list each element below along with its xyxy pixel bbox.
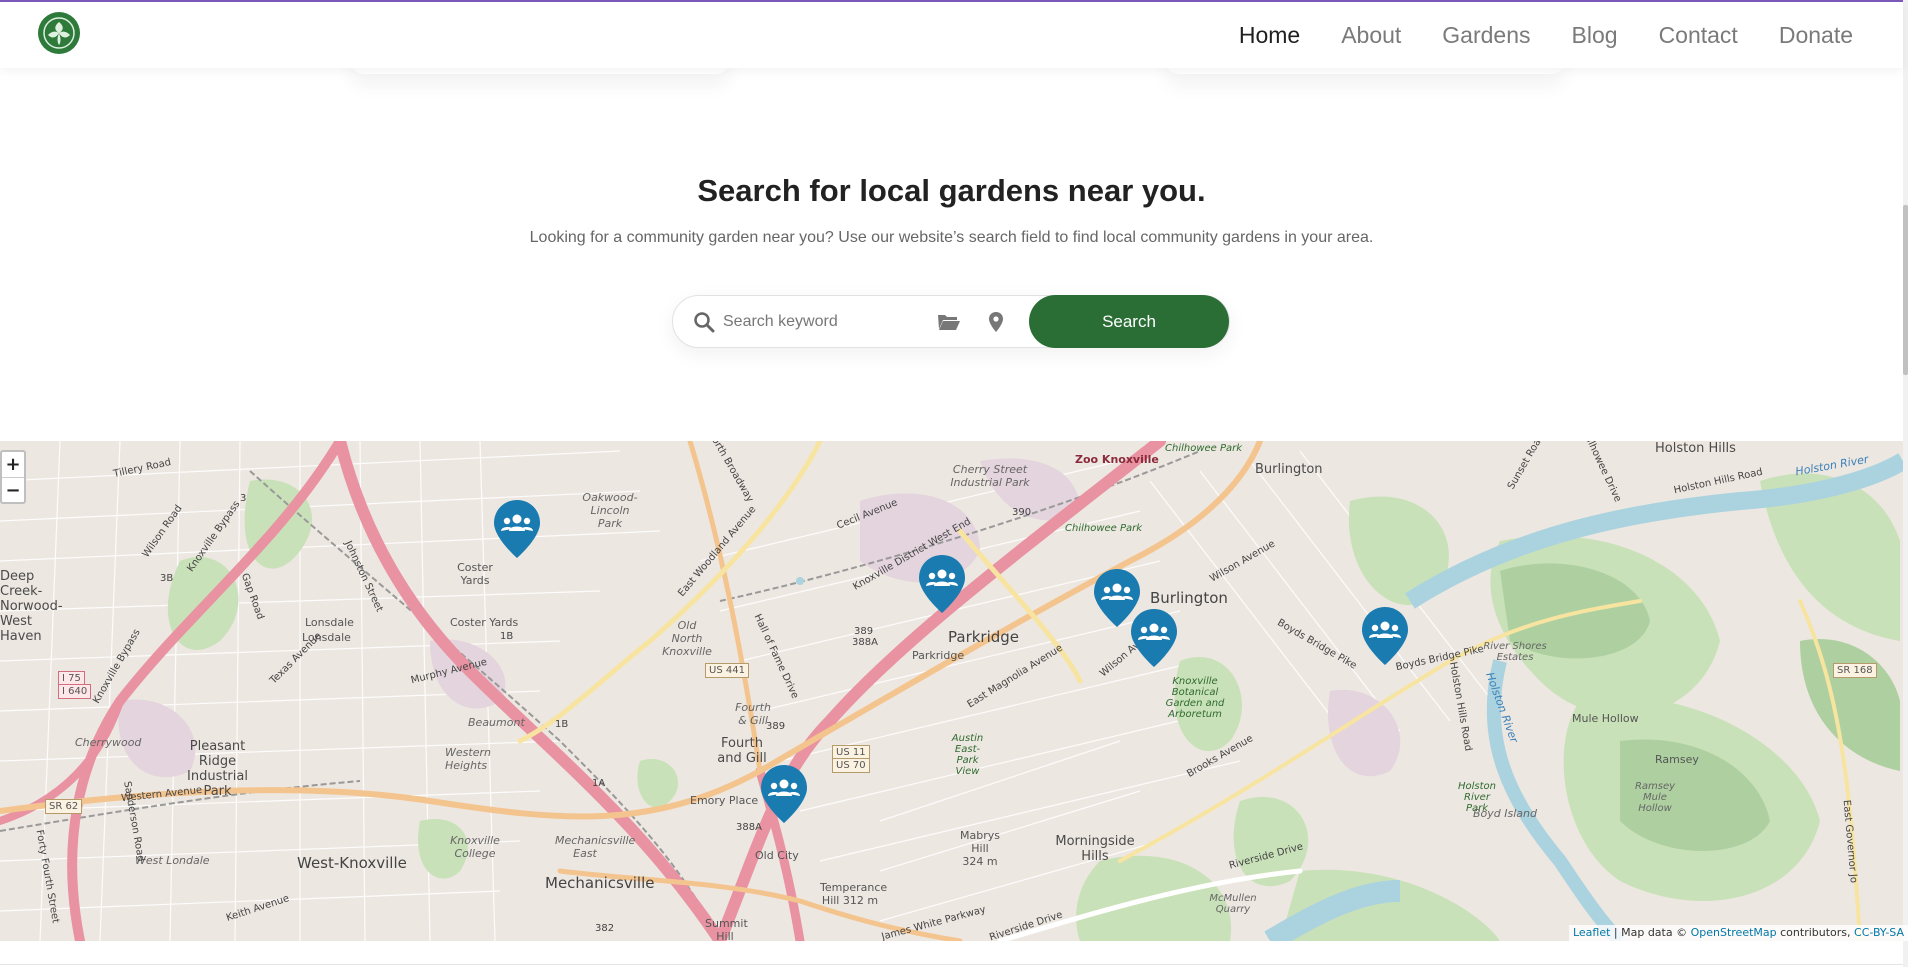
map-label: 382 <box>595 923 615 934</box>
zoom-out-button[interactable]: − <box>2 477 24 502</box>
map-label: Old North Knoxville <box>662 619 712 658</box>
map-label: West-Knoxville <box>297 854 407 872</box>
page-scrollbar[interactable] <box>1903 0 1908 967</box>
map-label: Coster Yards <box>450 616 519 629</box>
map-label: 1B <box>555 719 569 730</box>
openstreetmap-link[interactable]: OpenStreetMap <box>1691 926 1777 939</box>
location-pin-icon[interactable] <box>987 311 1005 333</box>
map-label: Summit Hill <box>705 917 748 941</box>
route-shield: I 640 <box>58 684 92 699</box>
map-tiles <box>0 441 1903 941</box>
garden-logo-icon[interactable] <box>38 12 80 54</box>
nav-gardens[interactable]: Gardens <box>1442 22 1530 49</box>
map-label: 1B <box>500 631 514 642</box>
map-label: Austin East-Park View <box>951 733 984 777</box>
map-label: 389 <box>854 626 874 637</box>
map-label: Fourth and Gill <box>717 736 767 766</box>
garden-map[interactable]: Holston Hills Burlington Burlington Zoo … <box>0 441 1903 941</box>
main-nav: Home About Gardens Blog Contact Donate <box>1198 2 1853 68</box>
scrollbar-thumb[interactable] <box>1903 205 1908 375</box>
map-label: Parkridge <box>948 628 1020 646</box>
map-label: Emory Place <box>690 794 759 807</box>
map-label: 3 <box>240 493 247 504</box>
nav-contact[interactable]: Contact <box>1659 22 1738 49</box>
map-label: Oakwood-Lincoln Park <box>582 491 638 530</box>
map-label: Zoo Knoxville <box>1075 453 1159 466</box>
map-label: River Shores Estates <box>1483 641 1547 663</box>
section-title: Search for local gardens near you. <box>697 173 1206 208</box>
map-label: Lonsdale <box>305 616 354 629</box>
map-label: Holston Hills <box>1655 441 1736 456</box>
garden-marker[interactable] <box>1360 605 1410 667</box>
garden-marker[interactable] <box>917 553 967 615</box>
map-label: Deep Creek-Norwood-West Haven <box>0 569 63 644</box>
garden-marker[interactable] <box>759 763 809 825</box>
route-shield: US 441 <box>705 663 749 678</box>
map-label: Boyd Island <box>1473 807 1537 820</box>
map-label: Mechanicsville East <box>555 834 636 860</box>
map-label: Morningside Hills <box>1055 834 1135 864</box>
map-label: Ramsey <box>1655 753 1699 766</box>
nav-home[interactable]: Home <box>1239 22 1300 49</box>
route-shield: SR 62 <box>45 799 83 814</box>
attribution-text: | Map data © <box>1613 926 1688 939</box>
leaflet-link[interactable]: Leaflet <box>1573 926 1610 939</box>
map-label: 1A <box>592 778 606 789</box>
map-label: Temperance Hill 312 m <box>820 881 888 907</box>
folder-icon[interactable] <box>937 312 961 332</box>
map-label: Western Heights <box>445 746 491 772</box>
search-button[interactable]: Search <box>1029 295 1229 348</box>
map-label: Ramsey Mule Hollow <box>1634 781 1676 814</box>
map-label: Cherrywood <box>75 736 142 749</box>
map-label: Mabrys Hill 324 m <box>960 829 1000 868</box>
map-label: Old City <box>755 849 799 862</box>
section-subtitle: Looking for a community garden near you?… <box>529 229 1374 246</box>
license-link[interactable]: CC-BY-SA <box>1854 926 1904 939</box>
map-label: Knoxville College <box>450 834 500 860</box>
search-input[interactable] <box>723 306 923 338</box>
map-label: Burlington <box>1255 462 1323 477</box>
attribution-contributors: contributors, <box>1780 926 1851 939</box>
map-label: Knoxville Botanical Garden and Arboretum <box>1165 676 1225 720</box>
map-label: Burlington <box>1150 589 1228 607</box>
map-attribution: Leaflet | Map data © OpenStreetMap contr… <box>1568 925 1908 941</box>
map-label: 390 <box>1012 507 1032 518</box>
search-icon <box>694 312 715 333</box>
map-label: Chilhowee Park <box>1065 523 1143 534</box>
map-label: Chilhowee Park <box>1165 443 1243 454</box>
map-label: Parkridge <box>912 649 965 662</box>
map-label: Coster Yards <box>457 561 493 587</box>
garden-marker[interactable] <box>492 498 542 560</box>
map-label: 3B <box>160 573 174 584</box>
nav-blog[interactable]: Blog <box>1572 22 1618 49</box>
route-shield: US 70 <box>832 758 870 773</box>
section-divider <box>0 964 1903 965</box>
map-label: 388A <box>852 637 878 648</box>
map-label: Beaumont <box>468 716 525 729</box>
map-label: 389 <box>766 721 786 732</box>
map-label: Mechanicsville <box>545 874 655 892</box>
site-header: Home About Gardens Blog Contact Donate <box>0 2 1903 68</box>
map-label: Cherry Street Industrial Park <box>950 463 1030 489</box>
garden-marker[interactable] <box>1129 607 1179 669</box>
nav-donate[interactable]: Donate <box>1779 22 1853 49</box>
zoom-in-button[interactable]: + <box>2 452 24 477</box>
map-zoom-control: + − <box>0 450 26 504</box>
nav-about[interactable]: About <box>1341 22 1401 49</box>
map-label: McMullen Quarry <box>1209 893 1257 915</box>
route-shield: SR 168 <box>1833 663 1877 678</box>
map-label: Mule Hollow <box>1572 712 1639 725</box>
